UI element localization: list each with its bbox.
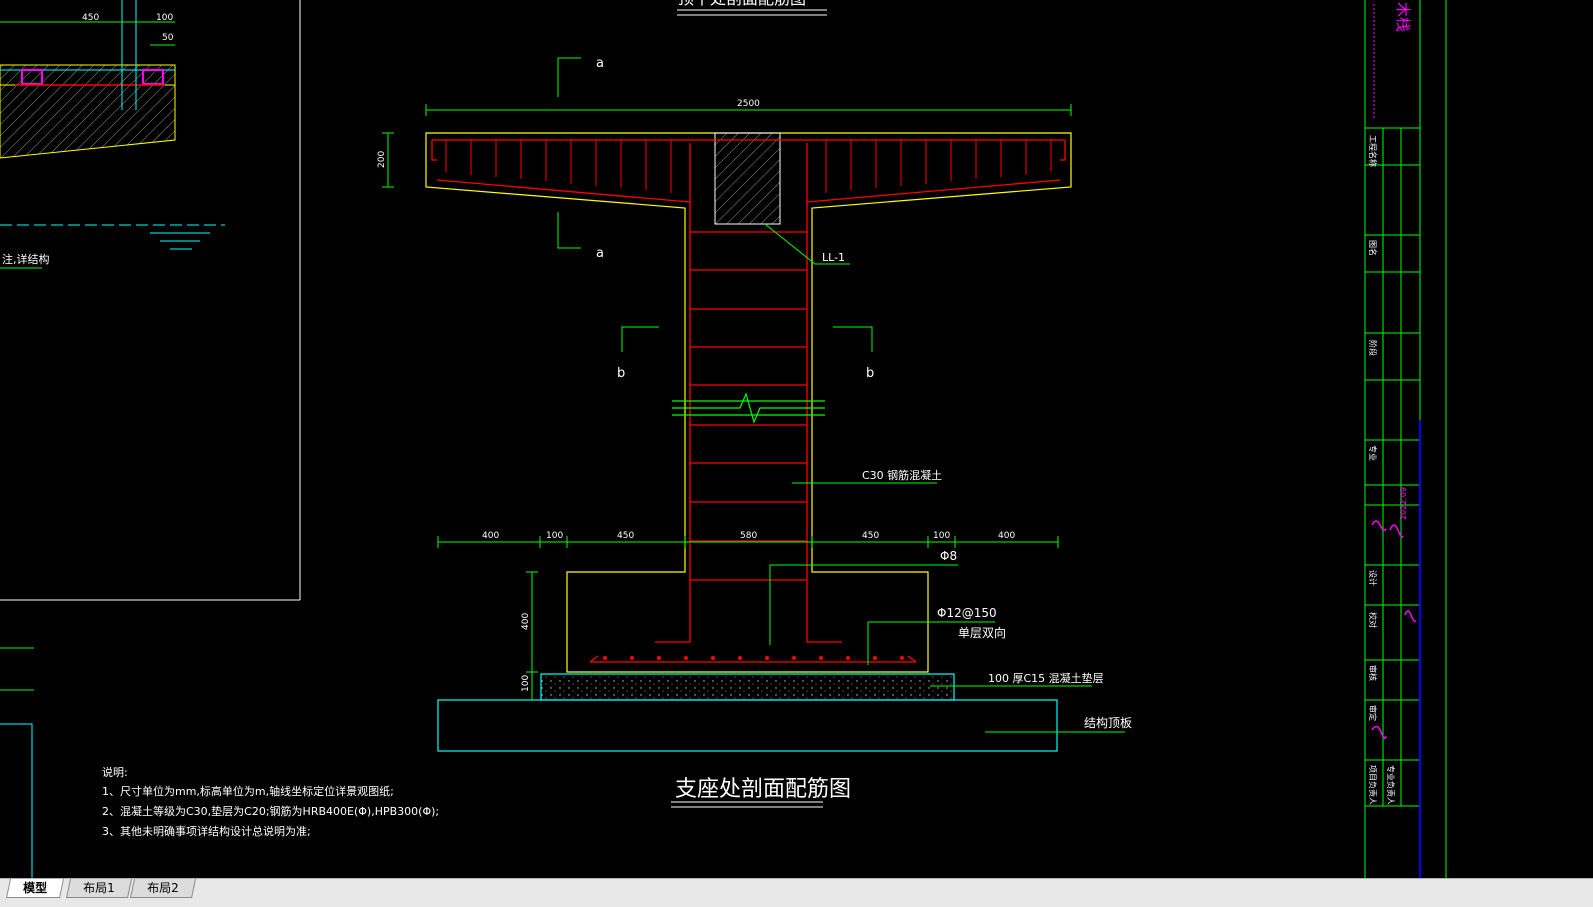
tb-row-design: 设计 [1368,570,1378,586]
note-item-2: 2、混凝土等级为C30,垫层为C20;钢筋为HRB400E(Φ),HPB300(… [102,804,439,818]
section-mark-a-top: a [596,56,604,71]
tb-date: 2022.09 [1399,487,1408,520]
dim-top-width: 2500 [737,99,760,109]
tb-row-phase: 阶段 [1368,340,1378,356]
section-mark-b-right: b [866,366,874,381]
tb-row-drawing: 图名 [1368,240,1378,256]
structural-roof-slab [437,699,1058,752]
left-dim-100: 100 [156,13,173,23]
concrete-pad [540,673,955,701]
leader-lines [764,223,1125,733]
notes-title: 说明: [102,765,128,779]
dim-base-400-right: 400 [998,531,1015,541]
label-rebar-note: 单层双向 [958,625,1006,640]
tab-layout1[interactable]: 布局1 [65,879,132,898]
dim-base-100-right: 100 [933,531,950,541]
dim-base-450-left: 450 [617,531,634,541]
label-rebar: Φ12@150 [937,606,997,620]
note-item-3: 3、其他未明确事项详结构设计总说明为准; [102,824,311,838]
break-symbol [672,392,825,424]
tb-row-review: 审核 [1368,665,1378,681]
left-partial-view: 450 100 50 注,详结构 [0,0,301,878]
tab-layout2[interactable]: 布局2 [129,879,196,898]
label-roof-slab: 结构顶板 [1084,715,1132,730]
section-mark-a-bottom: a [596,246,604,261]
bottom-rebar-dots [603,656,904,660]
title-block-frame [1364,0,1447,878]
dim-base-450-right: 450 [862,531,879,541]
left-note-fragment: 注,详结构 [2,252,50,266]
drawing-canvas[interactable]: 450 100 50 注,详结构 顶平处剖面配筋图 a a b b 2500 2… [0,0,1593,878]
tb-row-pm: 项目负责人 [1368,765,1378,805]
label-stirrup: Φ8 [940,549,957,563]
main-drawing-title: 支座处剖面配筋图 [675,777,851,802]
dim-base-100-left: 100 [546,531,563,541]
dim-pad-height: 100 [521,675,531,692]
layout-tab-bar: 模型 布局1 布局2 [0,878,1593,907]
title-block-signatures [1371,520,1417,739]
left-dim-450: 450 [82,13,99,23]
left-dim-50: 50 [162,33,174,43]
tb-row-project: 工程名称 [1368,135,1378,167]
dim-base-400-left: 400 [482,531,499,541]
title-block-company: 木栈 [1394,2,1412,32]
tab-model[interactable]: 模型 [5,879,65,898]
tb-row-approve: 审定 [1368,705,1378,721]
top-title-partial: 顶平处剖面配筋图 [678,0,806,8]
label-pad: 100 厚C15 混凝土垫层 [988,671,1104,685]
label-beam-ll1: LL-1 [822,251,845,264]
tb-row-lead: 专业负责人 [1386,765,1396,805]
dim-base-580: 580 [740,531,757,541]
beam-ll1 [714,132,781,225]
dim-slab-height: 200 [377,151,387,168]
tb-row-check: 校对 [1368,612,1378,628]
label-concrete: C30 钢筋混凝土 [862,468,942,482]
tb-row-discipline: 专业 [1368,445,1378,461]
dim-foot-height: 400 [521,613,531,630]
note-item-1: 1、尺寸单位为mm,标高单位为m,轴线坐标定位详景观图纸; [102,784,394,798]
section-mark-b-left: b [617,366,625,381]
